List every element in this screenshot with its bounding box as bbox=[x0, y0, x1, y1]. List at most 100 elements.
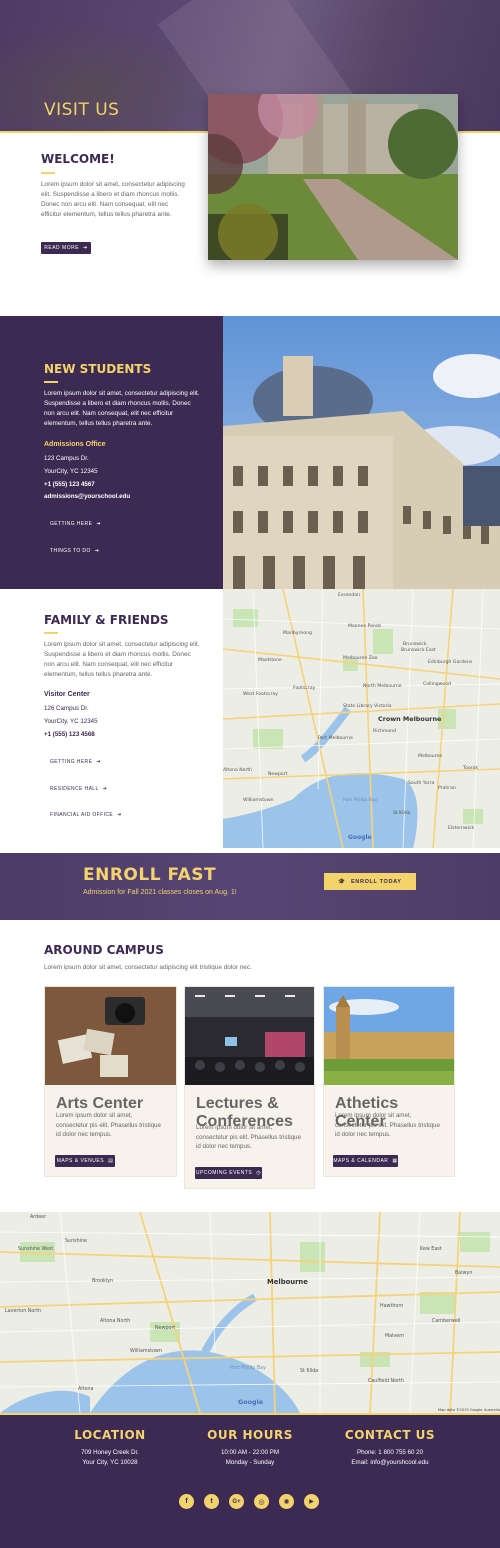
arrow-right-icon: ➔ bbox=[94, 548, 100, 554]
svg-text:Melbourne: Melbourne bbox=[418, 753, 442, 759]
svg-text:Melbourne: Melbourne bbox=[267, 1278, 308, 1286]
visitor-phone[interactable]: +1 (555) 123 4568 bbox=[44, 731, 95, 738]
svg-text:Caulfield North: Caulfield North bbox=[368, 1378, 404, 1384]
svg-text:Elsternwick: Elsternwick bbox=[448, 825, 474, 831]
maps-calendar-button[interactable]: MAPS & CALENDAR ▦ bbox=[333, 1155, 398, 1167]
location-line2: Your City, YC 10028 bbox=[82, 1459, 138, 1466]
svg-text:Brunswick: Brunswick bbox=[403, 641, 427, 647]
dribbble-icon[interactable]: ✺ bbox=[279, 1494, 294, 1509]
welcome-title: WELCOME! bbox=[41, 152, 115, 166]
things-to-do-label: THINGS TO DO bbox=[50, 548, 91, 554]
svg-text:North Melbourne: North Melbourne bbox=[363, 683, 402, 689]
location-title: LOCATION bbox=[74, 1428, 146, 1442]
svg-text:Brunswick East: Brunswick East bbox=[401, 647, 436, 653]
svg-text:Sunshine West: Sunshine West bbox=[18, 1246, 53, 1252]
hours-line1: 10:00 AM - 22:00 PM bbox=[220, 1449, 280, 1456]
svg-text:Balwyn: Balwyn bbox=[455, 1270, 472, 1276]
campus-subtitle: Lorem ipsum dolor sit amet, consectetur … bbox=[44, 964, 252, 971]
admissions-email[interactable]: admissions@yourschool.edu bbox=[44, 493, 130, 500]
getting-here-label: GETTING HERE bbox=[50, 759, 93, 765]
twitter-icon[interactable]: t bbox=[204, 1494, 219, 1509]
enroll-today-button[interactable]: 🎓 ENROLL TODAY bbox=[324, 873, 416, 890]
residence-hall-label: RESIDENCE HALL bbox=[50, 786, 99, 792]
svg-text:Port Phillip Bay: Port Phillip Bay bbox=[343, 797, 378, 803]
contact-title: CONTACT US bbox=[344, 1428, 436, 1442]
svg-text:Brooklyn: Brooklyn bbox=[92, 1278, 113, 1284]
svg-text:Port Phillip Bay: Port Phillip Bay bbox=[230, 1365, 266, 1371]
arrow-right-icon: ➔ bbox=[96, 521, 101, 527]
upcoming-events-button[interactable]: UPCOMING EVENTS ◷ bbox=[195, 1167, 262, 1179]
map-canvas: Ardeer Sunshine West Sunshine Kew East B… bbox=[0, 1212, 500, 1413]
financial-aid-link[interactable]: FINANCIAL AID OFFICE ➔ bbox=[50, 812, 122, 818]
map-icon: ▤ bbox=[108, 1158, 114, 1164]
map-canvas: Essendon Moonee Ponds Brunswick Brunswic… bbox=[223, 589, 500, 848]
read-more-button[interactable]: READ MORE ➔ bbox=[41, 242, 91, 254]
svg-text:Crown Melbourne: Crown Melbourne bbox=[378, 715, 442, 723]
residence-hall-link[interactable]: RESIDENCE HALL ➔ bbox=[50, 786, 107, 792]
new-students-title: NEW STUDENTS bbox=[44, 362, 152, 376]
enroll-today-label: ENROLL TODAY bbox=[350, 878, 402, 885]
welcome-body: Lorem ipsum dolor sit amet, consectetur … bbox=[41, 181, 185, 218]
clock-icon: ◷ bbox=[256, 1170, 262, 1176]
things-to-do-link[interactable]: THINGS TO DO ➔ bbox=[50, 548, 99, 554]
visitor-center-title: Visitor Center bbox=[44, 691, 90, 698]
athletics-campus-photo bbox=[324, 987, 454, 1085]
svg-text:Newport: Newport bbox=[268, 771, 288, 777]
svg-text:Altona North: Altona North bbox=[100, 1318, 130, 1324]
svg-text:Edinburgh Gardens: Edinburgh Gardens bbox=[428, 659, 473, 665]
svg-text:Melbourne Zoo: Melbourne Zoo bbox=[343, 655, 378, 661]
new-students-panel bbox=[0, 316, 223, 589]
footer-hours: OUR HOURS 10:00 AM - 22:00 PM Monday - S… bbox=[180, 1428, 320, 1468]
svg-text:Richmond: Richmond bbox=[373, 728, 396, 734]
admissions-address1: 123 Campus Dr. bbox=[44, 455, 89, 462]
svg-text:Camberwell: Camberwell bbox=[432, 1318, 460, 1324]
svg-text:Williamstown: Williamstown bbox=[130, 1348, 162, 1354]
svg-text:Google: Google bbox=[238, 1398, 264, 1406]
admissions-phone[interactable]: +1 (555) 123 4567 bbox=[44, 481, 95, 488]
footer-divider bbox=[0, 1413, 500, 1415]
enroll-banner bbox=[0, 853, 500, 920]
svg-text:Maidstone: Maidstone bbox=[258, 657, 282, 663]
hero-title: VISIT US bbox=[44, 100, 120, 120]
getting-here-link-2[interactable]: GETTING HERE ➔ bbox=[50, 759, 101, 765]
svg-text:St Kilda: St Kilda bbox=[300, 1368, 318, 1374]
google-plus-icon[interactable]: G+ bbox=[229, 1494, 244, 1509]
svg-text:Map data ©2019 Google: Map data ©2019 Google bbox=[438, 1408, 483, 1412]
campus-garden-photo bbox=[208, 94, 458, 260]
arts-center-photo bbox=[45, 987, 176, 1085]
graduation-cap-icon: 🎓 bbox=[338, 878, 346, 885]
maps-venues-button[interactable]: MAPS & VENUES ▤ bbox=[55, 1155, 115, 1167]
enroll-title: ENROLL FAST bbox=[83, 865, 217, 885]
svg-text:Prahran: Prahran bbox=[438, 785, 456, 791]
instagram-icon[interactable]: ◎ bbox=[254, 1494, 269, 1509]
visitor-address2: YourCity, YC 12345 bbox=[44, 718, 98, 725]
youtube-icon[interactable]: ▶ bbox=[304, 1494, 319, 1509]
svg-text:Google: Google bbox=[348, 834, 372, 841]
facebook-icon[interactable]: f bbox=[179, 1494, 194, 1509]
city-map[interactable]: Ardeer Sunshine West Sunshine Kew East B… bbox=[0, 1212, 500, 1413]
svg-text:Williamstown: Williamstown bbox=[243, 797, 274, 803]
svg-text:Ardeer: Ardeer bbox=[30, 1214, 46, 1220]
location-line1: 709 Honey Creek Dr. bbox=[81, 1449, 139, 1456]
new-students-body: Lorem ipsum dolor sit amet, consectetur … bbox=[44, 390, 200, 427]
svg-text:Collingwood: Collingwood bbox=[423, 681, 451, 687]
lectures-body: Lorem ipsum dolor sit amet, consectetur … bbox=[196, 1124, 301, 1150]
admissions-address2: YourCity, YC 12345 bbox=[44, 468, 98, 475]
maps-venues-label: MAPS & VENUES bbox=[56, 1158, 105, 1164]
campus-map[interactable]: Essendon Moonee Ponds Brunswick Brunswic… bbox=[223, 589, 500, 848]
svg-text:Footscray: Footscray bbox=[293, 685, 316, 691]
footer-location: LOCATION 709 Honey Creek Dr. Your City, … bbox=[40, 1428, 180, 1468]
svg-text:Australia: Australia bbox=[484, 1408, 500, 1412]
getting-here-link[interactable]: GETTING HERE ➔ bbox=[50, 521, 101, 527]
athletics-body: Lorem ipsum dolor sit amet, consectetur … bbox=[335, 1112, 440, 1138]
svg-text:Moonee Ponds: Moonee Ponds bbox=[348, 623, 382, 629]
contact-email[interactable]: Email: info@yourshcool.edu bbox=[320, 1458, 460, 1468]
svg-text:West Footscray: West Footscray bbox=[243, 691, 278, 697]
svg-text:Maribyrnong: Maribyrnong bbox=[283, 630, 312, 636]
svg-text:Altona: Altona bbox=[78, 1386, 93, 1392]
svg-text:Newport: Newport bbox=[155, 1325, 175, 1331]
contact-phone[interactable]: Phone: 1 800 755 60 20 bbox=[320, 1448, 460, 1458]
campus-title: AROUND CAMPUS bbox=[44, 943, 164, 957]
lecture-hall-photo bbox=[185, 987, 314, 1085]
svg-text:Sunshine: Sunshine bbox=[65, 1238, 87, 1244]
